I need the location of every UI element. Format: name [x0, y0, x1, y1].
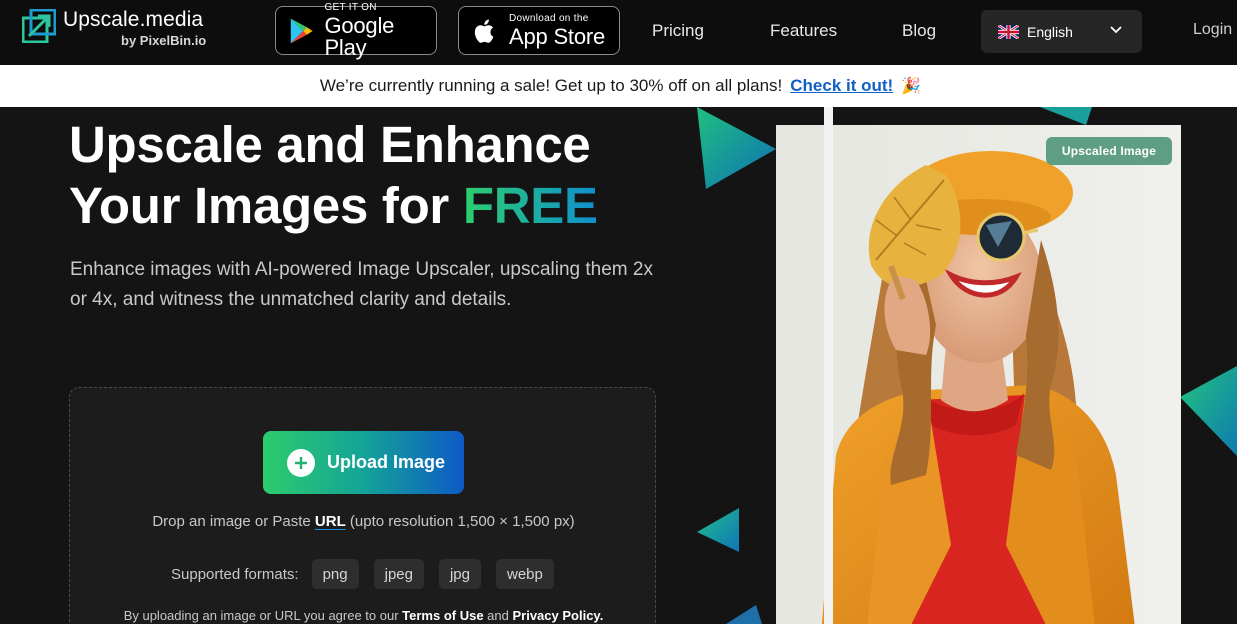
hero-title-free-highlight: FREE	[462, 177, 598, 234]
format-chip-png: png	[311, 559, 359, 589]
google-play-label: Google Play	[324, 12, 395, 60]
comparison-split-handle[interactable]	[824, 107, 833, 624]
chevron-down-icon	[1110, 26, 1122, 34]
terms-notice: By uploading an image or URL you agree t…	[70, 608, 657, 623]
supported-formats: Supported formats: png jpeg jpg webp	[171, 559, 569, 589]
hero-title-line-1: Upscale and Enhance	[69, 116, 591, 173]
sale-banner-text: We’re currently running a sale! Get up t…	[319, 76, 783, 95]
brand-subtitle: by PixelBin.io	[121, 33, 207, 48]
upload-image-button[interactable]: Upload Image	[263, 431, 464, 494]
google-play-small-text: GET IT ON	[324, 1, 377, 13]
decorative-triangle-right	[1180, 366, 1237, 456]
app-store-small-text: Download on the	[509, 12, 589, 24]
paste-url-link[interactable]: URL	[315, 513, 346, 530]
hero-title: Upscale and Enhance Your Images for FREE	[69, 114, 598, 236]
upload-dropzone[interactable]: Upload Image Drop an image or Paste URL …	[69, 387, 656, 624]
uk-flag-icon	[998, 24, 1019, 39]
hero-subtitle: Enhance images with AI-powered Image Ups…	[70, 259, 653, 310]
terms-prefix: By uploading an image or URL you agree t…	[123, 608, 403, 623]
language-selector[interactable]: English	[981, 10, 1142, 53]
nav-features-link[interactable]: Features	[770, 21, 837, 41]
woman-with-leaf-illustration	[776, 125, 1181, 624]
google-play-icon	[290, 18, 313, 43]
plus-icon	[287, 448, 315, 477]
drop-suffix: (upto resolution 1,500 × 1,500 px)	[345, 513, 575, 530]
party-popper-icon: 🎉	[901, 78, 922, 95]
sale-check-it-out-link[interactable]: Check it out!	[790, 76, 893, 96]
sale-banner: We’re currently running a sale! Get up t…	[0, 65, 1237, 107]
app-store-button[interactable]: Download on the App Store	[458, 6, 620, 55]
upscaled-preview-image	[776, 125, 1181, 624]
format-chip-jpg: jpg	[438, 559, 481, 589]
language-label: English	[1027, 23, 1073, 40]
drop-instructions: Drop an image or Paste URL (upto resolut…	[70, 513, 657, 530]
nav-pricing-link[interactable]: Pricing	[652, 21, 704, 41]
apple-icon	[474, 19, 494, 43]
google-play-button[interactable]: GET IT ON Google Play	[275, 1, 437, 58]
hero-title-line-2: Your Images for FREE	[69, 175, 598, 236]
privacy-policy-link[interactable]: Privacy Policy.	[512, 608, 603, 623]
top-header: Upscale.media by PixelBin.io GET IT ON G…	[0, 0, 1237, 65]
brand-logo[interactable]: Upscale.media by PixelBin.io	[22, 8, 206, 48]
decorative-triangle-bottom	[726, 605, 762, 624]
drop-prefix: Drop an image or Paste	[152, 513, 315, 530]
nav-blog-link[interactable]: Blog	[902, 21, 936, 41]
app-store-label: App Store	[509, 23, 606, 49]
decorative-triangle-top	[697, 107, 776, 189]
upscaled-image-badge: Upscaled Image	[1046, 137, 1172, 165]
hero-title-line-2-prefix: Your Images for	[69, 177, 463, 234]
format-chip-jpeg: jpeg	[373, 559, 424, 589]
upload-image-label: Upload Image	[327, 452, 446, 472]
upscale-logo-icon	[22, 9, 56, 43]
decorative-triangle-corner	[1040, 107, 1092, 125]
login-link[interactable]: Login	[1193, 21, 1232, 39]
formats-label: Supported formats:	[171, 565, 299, 583]
decorative-triangle-mid	[697, 508, 739, 552]
format-chip-webp: webp	[496, 559, 554, 589]
terms-of-use-link[interactable]: Terms of Use	[402, 608, 483, 623]
terms-and: and	[483, 608, 513, 623]
brand-name: Upscale.media	[63, 8, 204, 31]
